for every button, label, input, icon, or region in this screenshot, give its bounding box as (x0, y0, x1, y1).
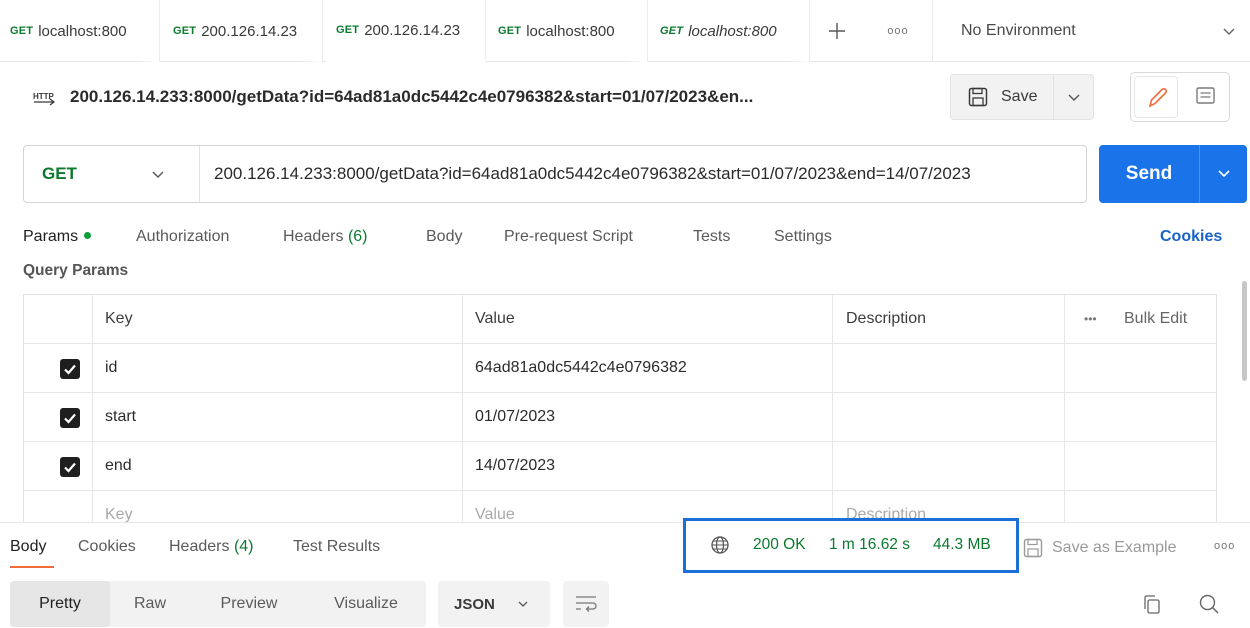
view-raw[interactable]: Raw (110, 581, 190, 627)
globe-icon[interactable] (710, 535, 730, 555)
tab-method: GET (10, 25, 34, 37)
view-visualize[interactable]: Visualize (310, 581, 422, 627)
response-status[interactable]: 200 OK (753, 536, 806, 554)
chevron-down-icon (516, 597, 530, 611)
new-tab-plus-icon[interactable] (822, 14, 852, 48)
send-button[interactable]: Send (1099, 145, 1199, 203)
environment-selector[interactable]: No Environment (932, 0, 1250, 62)
param-key[interactable]: end (105, 442, 132, 490)
response-tab-headers[interactable]: Headers (4) (169, 538, 254, 556)
view-mode-toggle (1130, 72, 1230, 122)
tab-pre-request-script[interactable]: Pre-request Script (504, 228, 633, 246)
format-label: JSON (454, 595, 495, 613)
edit-pencil-icon[interactable] (1134, 76, 1178, 118)
param-key[interactable]: id (105, 344, 117, 392)
tab-tests[interactable]: Tests (693, 228, 730, 246)
view-preview[interactable]: Preview (194, 581, 304, 627)
cookies-link[interactable]: Cookies (1160, 228, 1222, 246)
response-tab-body[interactable]: Body (10, 538, 46, 556)
search-icon[interactable] (1198, 593, 1220, 615)
wrap-lines-icon[interactable] (563, 581, 609, 627)
environment-label: No Environment (961, 22, 1076, 39)
response-tab-test-results[interactable]: Test Results (293, 538, 380, 556)
copy-icon[interactable] (1142, 594, 1162, 616)
query-params-table: Key Value Description ••• Bulk Edit id 6… (23, 294, 1217, 522)
column-header-key: Key (105, 310, 133, 327)
save-options-dropdown[interactable] (1054, 74, 1094, 120)
table-row-new: Key Value Description (24, 491, 1216, 522)
param-value[interactable]: 14/07/2023 (475, 442, 555, 490)
query-params-title: Query Params (23, 262, 129, 279)
scrollbar[interactable] (1242, 281, 1247, 381)
save-as-example-button[interactable]: Save as Example (1022, 535, 1202, 561)
http-method-label: GET (42, 164, 77, 183)
tab-url: 200.126.14.23 (364, 21, 461, 39)
request-title[interactable]: 200.126.14.233:8000/getData?id=64ad81a0d… (70, 87, 753, 107)
response-view-group: Pretty Raw Preview Visualize (10, 581, 426, 627)
tab-overflow-more-button[interactable]: ooo (878, 20, 918, 42)
save-label: Save (1001, 88, 1038, 105)
request-tab-1[interactable]: GET localhost:800 (0, 0, 160, 62)
tab-method: GET (336, 24, 360, 36)
tab-authorization[interactable]: Authorization (136, 228, 229, 246)
tab-method: GET (660, 25, 684, 37)
http-icon: HTTP (32, 88, 56, 108)
save-icon (967, 86, 989, 108)
table-row: end 14/07/2023 (24, 442, 1216, 491)
tab-body[interactable]: Body (426, 228, 462, 246)
chevron-down-icon (1220, 22, 1238, 40)
row-checkbox[interactable] (60, 359, 80, 379)
request-tab-3-active[interactable]: GET 200.126.14.23 (326, 0, 486, 62)
response-status-highlight: 200 OK 1 m 16.62 s 44.3 MB (683, 518, 1019, 573)
tab-method: GET (173, 25, 197, 37)
url-bar: GET (23, 145, 1087, 203)
response-size[interactable]: 44.3 MB (933, 536, 991, 554)
new-key-input[interactable]: Key (105, 491, 133, 522)
active-tab-underline (10, 566, 54, 568)
response-tab-cookies[interactable]: Cookies (78, 538, 136, 556)
url-input[interactable] (214, 162, 1084, 186)
request-header: HTTP 200.126.14.233:8000/getData?id=64ad… (0, 62, 1250, 134)
param-value[interactable]: 64ad81a0dc5442c4e0796382 (475, 344, 687, 392)
response-format-select[interactable]: JSON (438, 581, 550, 627)
tab-headers[interactable]: Headers (6) (283, 228, 368, 246)
tab-method: GET (498, 25, 522, 37)
tab-settings[interactable]: Settings (774, 228, 832, 246)
new-value-input[interactable]: Value (475, 491, 515, 522)
request-tab-bar: GET localhost:800 GET 200.126.14.23 GET … (0, 0, 1250, 62)
row-checkbox[interactable] (60, 457, 80, 477)
params-active-dot (84, 232, 92, 240)
save-button[interactable]: Save (950, 74, 1054, 120)
column-header-value: Value (475, 310, 515, 327)
http-method-select[interactable]: GET (24, 146, 200, 202)
bulk-edit-button[interactable]: Bulk Edit (1124, 295, 1187, 343)
param-value[interactable]: 01/07/2023 (475, 393, 555, 441)
response-more-button[interactable]: ooo (1214, 540, 1235, 552)
tab-url: localhost:800 (526, 22, 615, 40)
response-time[interactable]: 1 m 16.62 s (829, 536, 910, 554)
more-options-button[interactable]: ••• (1084, 295, 1097, 343)
tab-url: localhost:800 (688, 22, 777, 40)
request-tab-5[interactable]: GET localhost:800 (650, 0, 810, 62)
table-row: start 01/07/2023 (24, 393, 1216, 442)
comment-icon[interactable] (1185, 76, 1227, 118)
tab-url: 200.126.14.23 (201, 22, 298, 40)
request-tab-2[interactable]: GET 200.126.14.23 (163, 0, 323, 62)
chevron-down-icon (150, 166, 166, 182)
view-pretty[interactable]: Pretty (10, 581, 110, 627)
request-config-tabs: Params Authorization Headers (6) Body Pr… (0, 222, 1250, 256)
tab-params[interactable]: Params (23, 228, 92, 246)
table-header-row: Key Value Description ••• Bulk Edit (24, 295, 1216, 344)
row-checkbox[interactable] (60, 408, 80, 428)
param-key[interactable]: start (105, 393, 136, 441)
save-icon (1022, 537, 1044, 559)
save-as-example-label: Save as Example (1052, 539, 1177, 556)
column-header-description: Description (846, 310, 927, 327)
request-tab-4[interactable]: GET localhost:800 (488, 0, 648, 62)
response-toolbar: Pretty Raw Preview Visualize JSON (0, 572, 1250, 628)
response-bar: Body Cookies Headers (4) Test Results 20… (0, 518, 1250, 573)
tab-url: localhost:800 (38, 22, 127, 40)
send-options-dropdown[interactable] (1199, 145, 1247, 203)
table-row: id 64ad81a0dc5442c4e0796382 (24, 344, 1216, 393)
